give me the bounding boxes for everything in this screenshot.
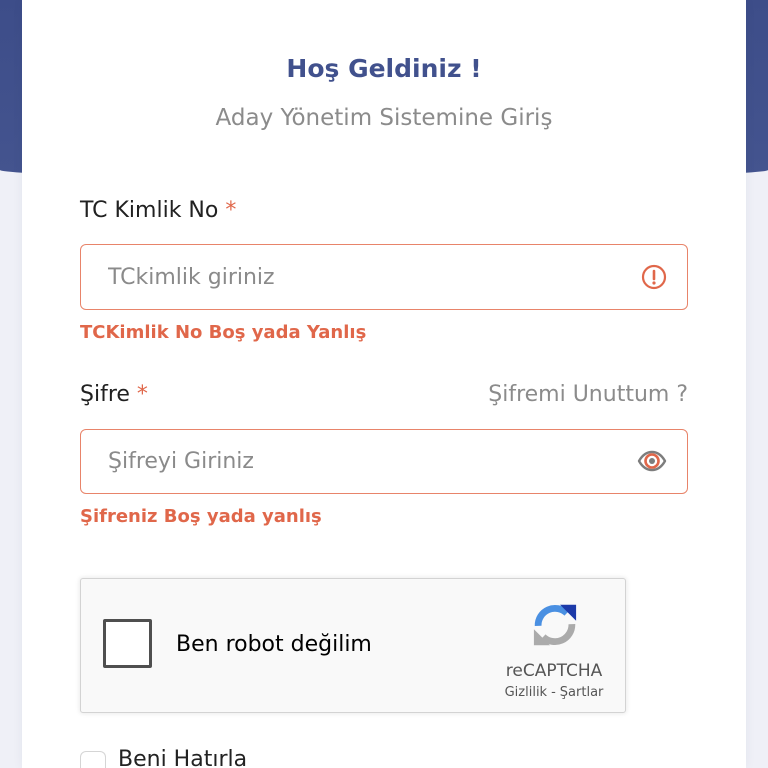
tc-required-mark: * (225, 198, 237, 223)
password-field-wrapper (80, 429, 688, 494)
page-subtitle: Aday Yönetim Sistemine Giriş (215, 105, 553, 131)
alert-circle-icon (641, 264, 667, 290)
password-error-message: Şifreniz Boş yada yanlış (80, 506, 322, 527)
password-label-text: Şifre (80, 382, 130, 407)
tc-label: TC Kimlik No * (80, 197, 236, 225)
remember-me-checkbox[interactable] (80, 751, 106, 768)
password-required-mark: * (136, 382, 148, 407)
recaptcha-link-separator: - (551, 685, 556, 700)
forgot-password-link[interactable]: Şifremi Unuttum ? (488, 381, 688, 409)
remember-me-label[interactable]: Beni Hatırla (118, 746, 247, 768)
tc-field-wrapper (80, 244, 688, 310)
page-title: Hoş Geldiniz ! (286, 54, 482, 83)
password-label: Şifre * (80, 381, 148, 409)
recaptcha-widget: Ben robot değilim reCAPTCHA Gizlilik - Şar… (80, 578, 626, 713)
tc-label-text: TC Kimlik No (80, 198, 219, 223)
recaptcha-links: Gizlilik - Şartlar (494, 684, 614, 702)
eye-icon[interactable] (637, 449, 667, 473)
recaptcha-terms-link[interactable]: Şartlar (560, 685, 604, 700)
tc-error-message: TCKimlik No Boş yada Yanlış (80, 322, 367, 343)
tc-input[interactable] (80, 244, 688, 310)
recaptcha-logo-icon (528, 598, 582, 652)
login-card: Hoş Geldiniz ! Aday Yönetim Sistemine Gi… (22, 0, 746, 768)
password-input[interactable] (80, 429, 688, 494)
recaptcha-label: Ben robot değilim (176, 632, 372, 657)
recaptcha-privacy-link[interactable]: Gizlilik (505, 685, 548, 700)
recaptcha-checkbox[interactable] (103, 619, 152, 668)
recaptcha-brand: reCAPTCHA (505, 661, 603, 681)
